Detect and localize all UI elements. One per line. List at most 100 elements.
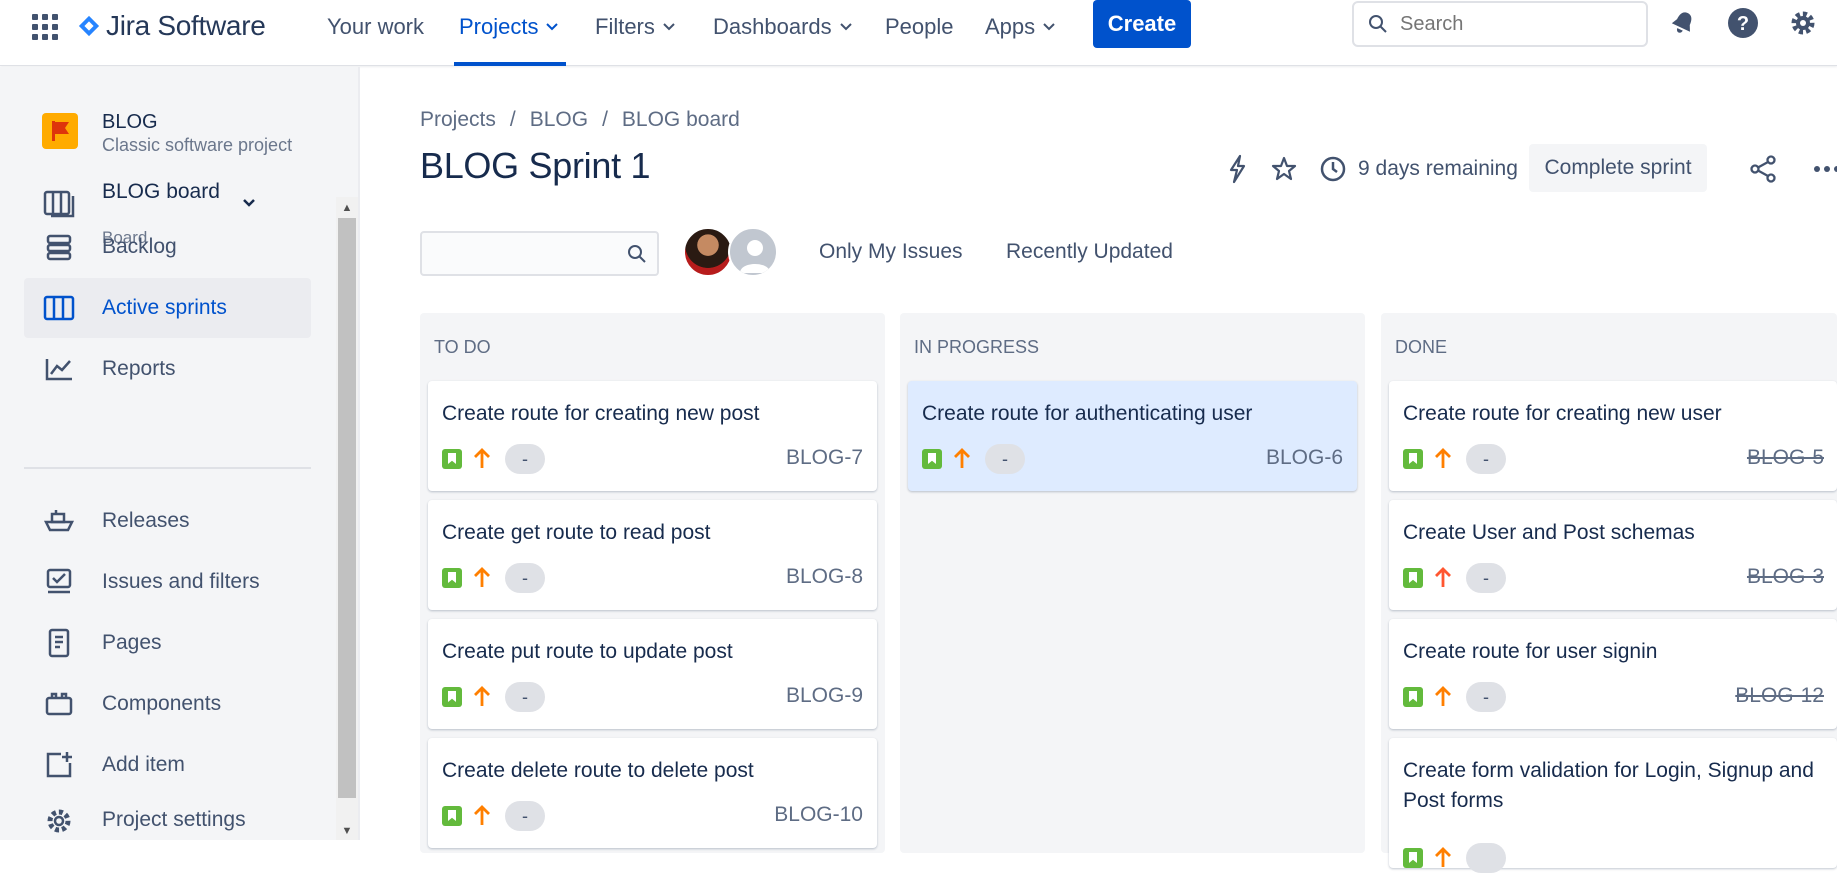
page-icon [42, 626, 76, 660]
sidebar-item-components[interactable]: Components [24, 674, 311, 734]
column-title: DONE [1395, 337, 1448, 357]
add-item-icon [42, 748, 76, 782]
issue-card[interactable]: Create route for authenticating user - B… [908, 381, 1357, 491]
board-column-done: DONE Create route for creating new user … [1381, 313, 1837, 873]
nav-apps-label: Apps [985, 14, 1036, 39]
sidebar-item-active-sprints[interactable]: Active sprints [24, 278, 311, 338]
column-title: TO DO [434, 337, 491, 357]
issue-card[interactable]: Create route for creating new post - BLO… [428, 381, 877, 491]
board-column-todo: TO DO Create route for creating new post… [420, 313, 885, 853]
issue-card[interactable]: Create put route to update post - BLOG-9 [428, 619, 877, 729]
estimate-badge: - [505, 682, 545, 712]
breadcrumb-blog-board[interactable]: BLOG board [622, 108, 740, 132]
project-sidebar: BLOG Classic software project BLOG board… [0, 67, 360, 840]
sidebar-item-pages[interactable]: Pages [24, 613, 311, 673]
sidebar-item-project-settings[interactable]: Project settings [24, 796, 311, 840]
issue-summary: Create form validation for Login, Signup… [1403, 759, 1814, 812]
nav-people-label: People [885, 14, 954, 39]
estimate-badge: - [505, 563, 545, 593]
board-icon [42, 187, 76, 221]
estimate-badge: - [985, 444, 1025, 474]
issue-key[interactable]: BLOG-9 [786, 684, 863, 708]
sidebar-item-label: Releases [102, 509, 190, 532]
sidebar-item-label: Reports [102, 357, 176, 380]
days-remaining: 9 days remaining [1358, 157, 1518, 180]
issue-key[interactable]: BLOG-6 [1266, 446, 1343, 470]
project-avatar[interactable] [42, 113, 78, 149]
issue-key[interactable]: BLOG-3 [1747, 565, 1824, 589]
breadcrumb: Projects / BLOG / BLOG board [420, 108, 740, 132]
story-icon [442, 568, 462, 588]
issue-key[interactable]: BLOG-10 [774, 803, 863, 827]
ship-icon [42, 504, 76, 538]
issue-card[interactable]: Create User and Post schemas - BLOG-3 [1389, 500, 1837, 610]
sidebar-scrollbar-thumb[interactable] [338, 218, 356, 798]
search-icon [1369, 15, 1387, 33]
issue-card[interactable]: Create get route to read post - BLOG-8 [428, 500, 877, 610]
settings-gear-icon[interactable] [1786, 6, 1820, 40]
sidebar-item-add-item[interactable]: Add item [24, 735, 311, 795]
issue-card[interactable]: Create route for creating new user - BLO… [1389, 381, 1837, 491]
board-search-input[interactable] [420, 231, 659, 276]
nav-your-work-label: Your work [327, 14, 425, 39]
breadcrumb-separator: / [509, 108, 516, 131]
chart-line-icon [42, 352, 76, 386]
issue-card[interactable]: Create form validation for Login, Signup… [1389, 738, 1837, 873]
product-name: Jira Software [106, 10, 266, 41]
nav-filters[interactable]: Filters [595, 12, 675, 42]
scroll-down-arrow-icon[interactable]: ▼ [340, 824, 354, 838]
issue-summary: Create route for creating new user [1403, 402, 1722, 425]
story-icon [1403, 848, 1423, 868]
only-my-issues-filter[interactable]: Only My Issues [819, 240, 963, 264]
search-field[interactable] [1352, 1, 1648, 47]
issue-key[interactable]: BLOG-5 [1747, 446, 1824, 470]
issue-summary: Create route for user signin [1403, 640, 1658, 663]
clock-icon [1316, 152, 1350, 186]
app-switcher-icon[interactable] [32, 14, 58, 40]
share-icon[interactable] [1746, 152, 1780, 186]
avatar[interactable] [683, 227, 733, 277]
board-label: BLOG board [102, 180, 220, 203]
priority-medium-icon [474, 448, 490, 468]
recently-updated-filter[interactable]: Recently Updated [1006, 240, 1173, 264]
issue-card[interactable]: Create delete route to delete post - BLO… [428, 738, 877, 848]
nav-active-indicator [454, 62, 566, 66]
help-icon[interactable]: ? [1726, 6, 1760, 40]
jira-diamond-icon [78, 15, 100, 37]
priority-medium-icon [1435, 686, 1451, 706]
component-icon [42, 687, 76, 721]
sidebar-item-releases[interactable]: Releases [24, 491, 311, 551]
nav-apps[interactable]: Apps [985, 12, 1055, 42]
star-icon[interactable] [1267, 152, 1301, 186]
automation-lightning-icon[interactable] [1220, 152, 1254, 186]
avatar-unassigned[interactable] [728, 227, 778, 277]
complete-sprint-button[interactable]: Complete sprint [1529, 144, 1707, 192]
issue-key[interactable]: BLOG-8 [786, 565, 863, 589]
estimate-badge: - [1466, 563, 1506, 593]
story-icon [1403, 568, 1423, 588]
issue-key[interactable]: BLOG-7 [786, 446, 863, 470]
project-name[interactable]: BLOG [102, 111, 158, 134]
sidebar-item-issues-and-filters[interactable]: Issues and filters [24, 552, 311, 612]
more-actions-icon[interactable] [1803, 152, 1837, 186]
issue-card[interactable]: Create route for user signin - BLOG-12 [1389, 619, 1837, 729]
breadcrumb-blog[interactable]: BLOG [530, 108, 588, 132]
nav-people[interactable]: People [885, 12, 954, 42]
breadcrumb-projects[interactable]: Projects [420, 108, 496, 132]
nav-dashboards[interactable]: Dashboards [713, 12, 852, 42]
notifications-icon[interactable] [1666, 6, 1700, 40]
search-input[interactable] [1400, 12, 1620, 36]
chevron-down-icon [1043, 23, 1055, 31]
issue-key[interactable]: BLOG-12 [1735, 684, 1824, 708]
jira-logo[interactable]: Jira Software [78, 8, 266, 44]
scroll-up-arrow-icon[interactable]: ▲ [340, 201, 354, 215]
sidebar-item-backlog[interactable]: Backlog [24, 217, 311, 277]
chevron-down-icon[interactable] [242, 198, 256, 208]
nav-projects[interactable]: Projects [459, 12, 559, 42]
chevron-down-icon [839, 23, 852, 31]
create-button[interactable]: Create [1093, 0, 1191, 48]
priority-medium-icon [474, 686, 490, 706]
sidebar-item-reports[interactable]: Reports [24, 339, 311, 399]
nav-your-work[interactable]: Your work [327, 12, 424, 42]
search-icon [628, 245, 646, 263]
